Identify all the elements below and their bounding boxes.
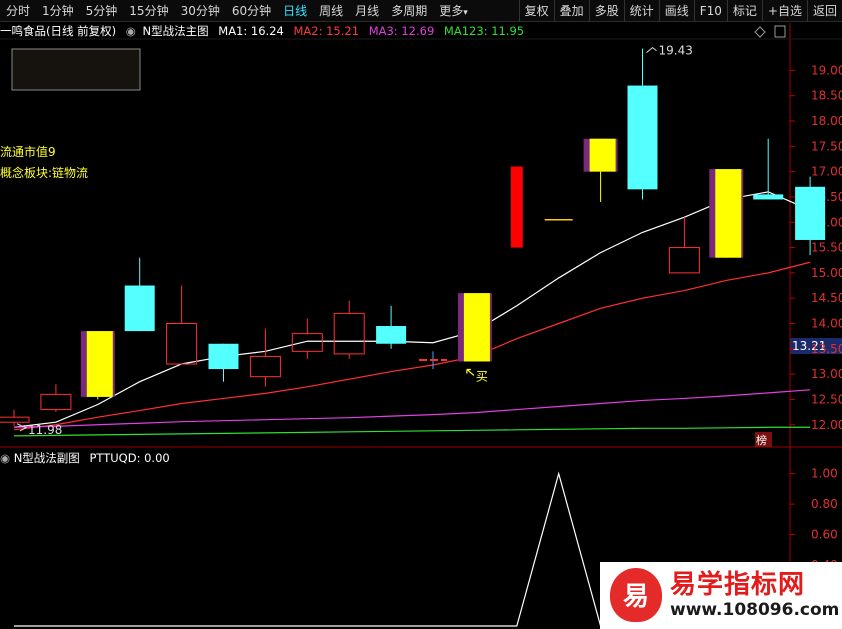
price-tick-label: 13.00 — [811, 367, 842, 381]
candle-3-body — [124, 285, 155, 332]
candle-18-body — [753, 194, 784, 200]
kline-chart[interactable]: 19.00 18.50 18.00 17.50 17.00 16.50 16.00 15.50… — [0, 0, 842, 629]
price-tick-label: 12.50 — [811, 392, 842, 406]
candle-4-body — [166, 323, 198, 365]
ma2-line — [13, 261, 811, 431]
ma123-line — [13, 426, 811, 437]
tool-button-8[interactable]: 返回 — [806, 0, 842, 22]
buy-arrow-icon — [466, 368, 475, 376]
period-tab-2[interactable]: 5分钟 — [80, 0, 124, 22]
more-dropdown-icon[interactable]: ▾ — [463, 8, 468, 18]
bang-badge — [755, 432, 772, 447]
price-tick-label: 16.50 — [811, 190, 842, 204]
candle-5-body — [208, 343, 239, 370]
candle-11-frame — [457, 293, 492, 362]
period-tab-5[interactable]: 60分钟 — [226, 0, 277, 22]
candle-11-body — [463, 293, 490, 362]
low-marker-icon — [16, 423, 28, 432]
top-toolbar: 分时 1分钟 5分钟 15分钟 30分钟 60分钟 日线 周线 月线 多周期 更多▾ 复权 叠加 多股统… — [0, 0, 842, 22]
watermark-badge: 易 — [610, 568, 662, 622]
panel-resize-icon — [774, 25, 786, 38]
price-tick-label: 18.00 — [811, 114, 842, 128]
tool-button-7[interactable]: +自选 — [761, 0, 807, 22]
tool-button-1[interactable]: 叠加 — [553, 0, 589, 22]
ma1-value: MA1: 16.24 — [218, 24, 284, 38]
period-tab-0[interactable]: 分时 — [0, 0, 36, 22]
current-price-tag: 13.21 — [790, 338, 842, 354]
price-tick-label: 17.00 — [811, 165, 842, 179]
candle-2-frame — [80, 331, 115, 397]
candle-1-body — [40, 393, 72, 411]
watermark-logo: 易 易学指标网 www.108096.com — [600, 562, 842, 629]
sub-indicator-settings-icon[interactable]: ◉ — [0, 451, 10, 465]
ma3-value: MA3: 12.69 — [368, 24, 435, 38]
candle-16-body — [668, 247, 700, 274]
ma123-value: MA123: 11.95 — [443, 24, 525, 38]
watermark-title: 易学指标网 — [670, 570, 806, 600]
candle-12-body — [510, 166, 523, 248]
price-tick-label: 18.50 — [811, 89, 842, 103]
bang-label: 榜 — [756, 433, 767, 447]
stock-title: 一鸣食品(日线 前复权) — [0, 24, 117, 38]
annotation-float-value: 流通市值9 — [0, 145, 56, 159]
sub-tick-label: 0.80 — [811, 497, 838, 511]
candle-7-body — [291, 333, 323, 352]
price-tick-label: 16.00 — [811, 215, 842, 229]
period-tab-7[interactable]: 周线 — [313, 0, 349, 22]
candle-17-frame — [709, 169, 744, 258]
candle-19-body — [795, 186, 826, 240]
ma2-value: MA2: 15.21 — [293, 24, 360, 38]
price-tick-label: 14.00 — [811, 317, 842, 331]
period-tab-1[interactable]: 1分钟 — [36, 0, 80, 22]
candle-14-body — [589, 138, 616, 172]
candle-0-body — [0, 416, 30, 423]
diamond-icon — [754, 26, 766, 38]
tool-button-5[interactable]: F10 — [693, 0, 727, 22]
price-tick-label: 14.50 — [811, 291, 842, 305]
price-tick-label: 17.50 — [811, 139, 842, 153]
candle-9-body — [376, 326, 407, 344]
tool-button-0[interactable]: 复权 — [518, 0, 554, 22]
info-box — [11, 48, 141, 91]
candle-17-body — [715, 169, 742, 258]
tool-button-3[interactable]: 统计 — [623, 0, 659, 22]
sub-chart-header: ◉ N型战法副图 PTTUQD: 0.00 — [0, 450, 170, 466]
period-tab-3[interactable]: 15分钟 — [123, 0, 174, 22]
buy-signal-label: 买 — [476, 369, 488, 383]
candle-6-body — [249, 355, 281, 378]
main-indicator-name[interactable]: N型战法主图 — [143, 24, 209, 38]
period-tabs: 分时 1分钟 5分钟 15分钟 30分钟 60分钟 日线 周线 月线 多周期 更多▾ — [0, 0, 474, 22]
price-tick-label: 15.00 — [811, 266, 842, 280]
ma1-line — [13, 191, 811, 428]
price-tick-label: 12.00 — [811, 418, 842, 432]
tool-button-4[interactable]: 画线 — [658, 0, 694, 22]
high-marker-icon — [646, 46, 657, 53]
high-price-label: 19.43 — [659, 44, 693, 58]
main-chart-header: 一鸣食品(日线 前复权) ◉ N型战法主图 MA1: 16.24 MA2: 15… — [0, 23, 530, 39]
sub-tick-label: 0.60 — [811, 528, 838, 542]
period-tab-6[interactable]: 日线 — [277, 0, 313, 22]
period-tab-4[interactable]: 30分钟 — [175, 0, 226, 22]
candle-14-frame — [583, 138, 618, 172]
period-tab-9[interactable]: 多周期 — [385, 0, 433, 22]
watermark-url: www.108096.com — [670, 600, 840, 620]
low-price-label: 11.98 — [28, 423, 62, 437]
candle-15-body — [627, 85, 658, 190]
tool-button-2[interactable]: 多股 — [588, 0, 624, 22]
period-tab-8[interactable]: 月线 — [349, 0, 385, 22]
price-tick-label: 19.00 — [811, 63, 842, 77]
candle-8-body — [333, 312, 365, 355]
ma3-line — [13, 389, 811, 428]
sub-tick-label: 1.00 — [811, 467, 838, 481]
price-tick-label: 15.50 — [811, 241, 842, 255]
period-tab-10[interactable]: 更多▾ — [433, 0, 474, 22]
sub-indicator-value: PTTUQD: 0.00 — [89, 451, 170, 465]
candle-2-body — [86, 331, 113, 397]
toolbar-right: 复权 叠加 多股 统计 画线 F10 标记 +自选 返回 — [518, 0, 842, 22]
indicator-settings-icon[interactable]: ◉ — [126, 24, 136, 38]
annotation-concept: 概念板块:链物流 — [0, 166, 89, 180]
sub-indicator-name[interactable]: N型战法副图 — [14, 451, 80, 465]
tool-button-6[interactable]: 标记 — [726, 0, 762, 22]
